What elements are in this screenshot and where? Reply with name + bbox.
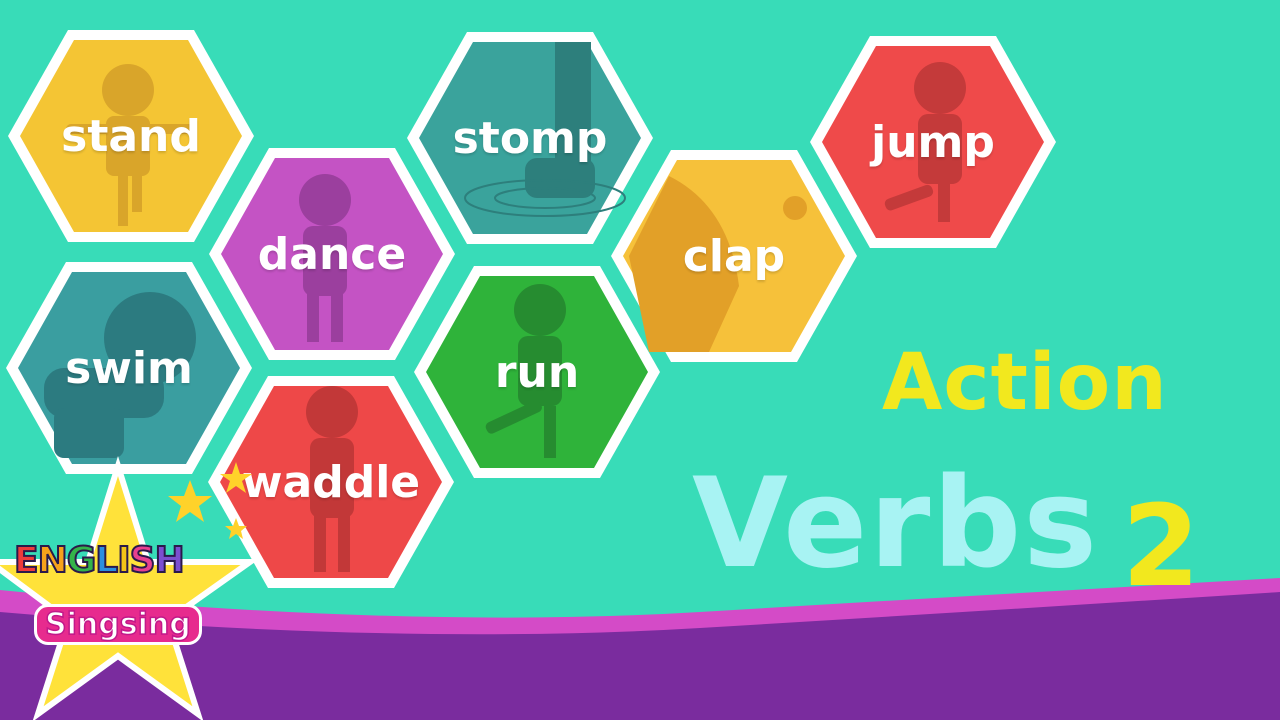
title-number: 2 [1122,482,1200,612]
star-logo-icon [0,455,260,720]
logo-singsing-text: Singsing [34,604,202,645]
logo-letter: I [116,539,132,582]
logo-letter: E [13,539,40,582]
logo-letter: G [66,539,98,582]
logo-english-text: ENGLISH [13,539,186,582]
logo-letter: L [94,539,119,582]
title-action: Action [882,338,1168,428]
thumbnail-stage: stand stomp jump dance clap swim run wad… [0,0,1280,720]
title-verbs: Verbs [692,452,1100,596]
logo-letter: N [37,539,69,582]
logo-letter: S [129,539,157,582]
logo-letter: H [154,539,186,582]
